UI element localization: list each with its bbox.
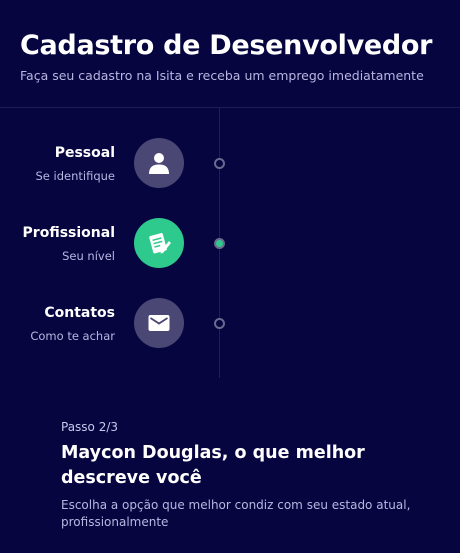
form-description: Escolha a opção que melhor condiz com se…: [61, 498, 411, 529]
header-divider: [0, 107, 460, 108]
step-title: Pessoal: [54, 145, 115, 161]
step-profissional-dot: [214, 238, 225, 249]
document-edit-icon: [149, 233, 171, 254]
envelope-icon: [148, 315, 170, 331]
form-question: Maycon Douglas, o que melhor descreve vo…: [61, 443, 365, 488]
step-title: Contatos: [44, 305, 115, 321]
step-contatos-text: Contatos Como te achar: [30, 298, 115, 343]
step-profissional[interactable]: Profissional Seu nível: [0, 218, 460, 270]
form-section: Passo 2/3 Maycon Douglas, o que melhor d…: [61, 420, 441, 531]
step-subtitle: Seu nível: [62, 249, 115, 263]
step-indicator: Passo 2/3: [61, 420, 119, 434]
step-profissional-text: Profissional Seu nível: [23, 218, 115, 263]
step-contatos-circle[interactable]: [134, 298, 184, 348]
step-pessoal-dot: [214, 158, 225, 169]
step-pessoal-circle[interactable]: [134, 138, 184, 188]
step-contatos[interactable]: Contatos Como te achar: [0, 298, 460, 350]
step-contatos-dot: [214, 318, 225, 329]
step-pessoal[interactable]: Pessoal Se identifique: [0, 138, 460, 190]
user-icon: [149, 153, 169, 174]
page-subtitle: Faça seu cadastro na Isita e receba um e…: [20, 68, 424, 83]
page-title: Cadastro de Desenvolvedor: [20, 30, 433, 61]
step-profissional-circle[interactable]: [134, 218, 184, 268]
step-subtitle: Como te achar: [30, 329, 115, 343]
page-header: Cadastro de Desenvolvedor Faça seu cadas…: [20, 28, 450, 83]
step-title: Profissional: [22, 225, 115, 241]
step-subtitle: Se identifique: [35, 169, 115, 183]
step-pessoal-text: Pessoal Se identifique: [35, 138, 115, 183]
